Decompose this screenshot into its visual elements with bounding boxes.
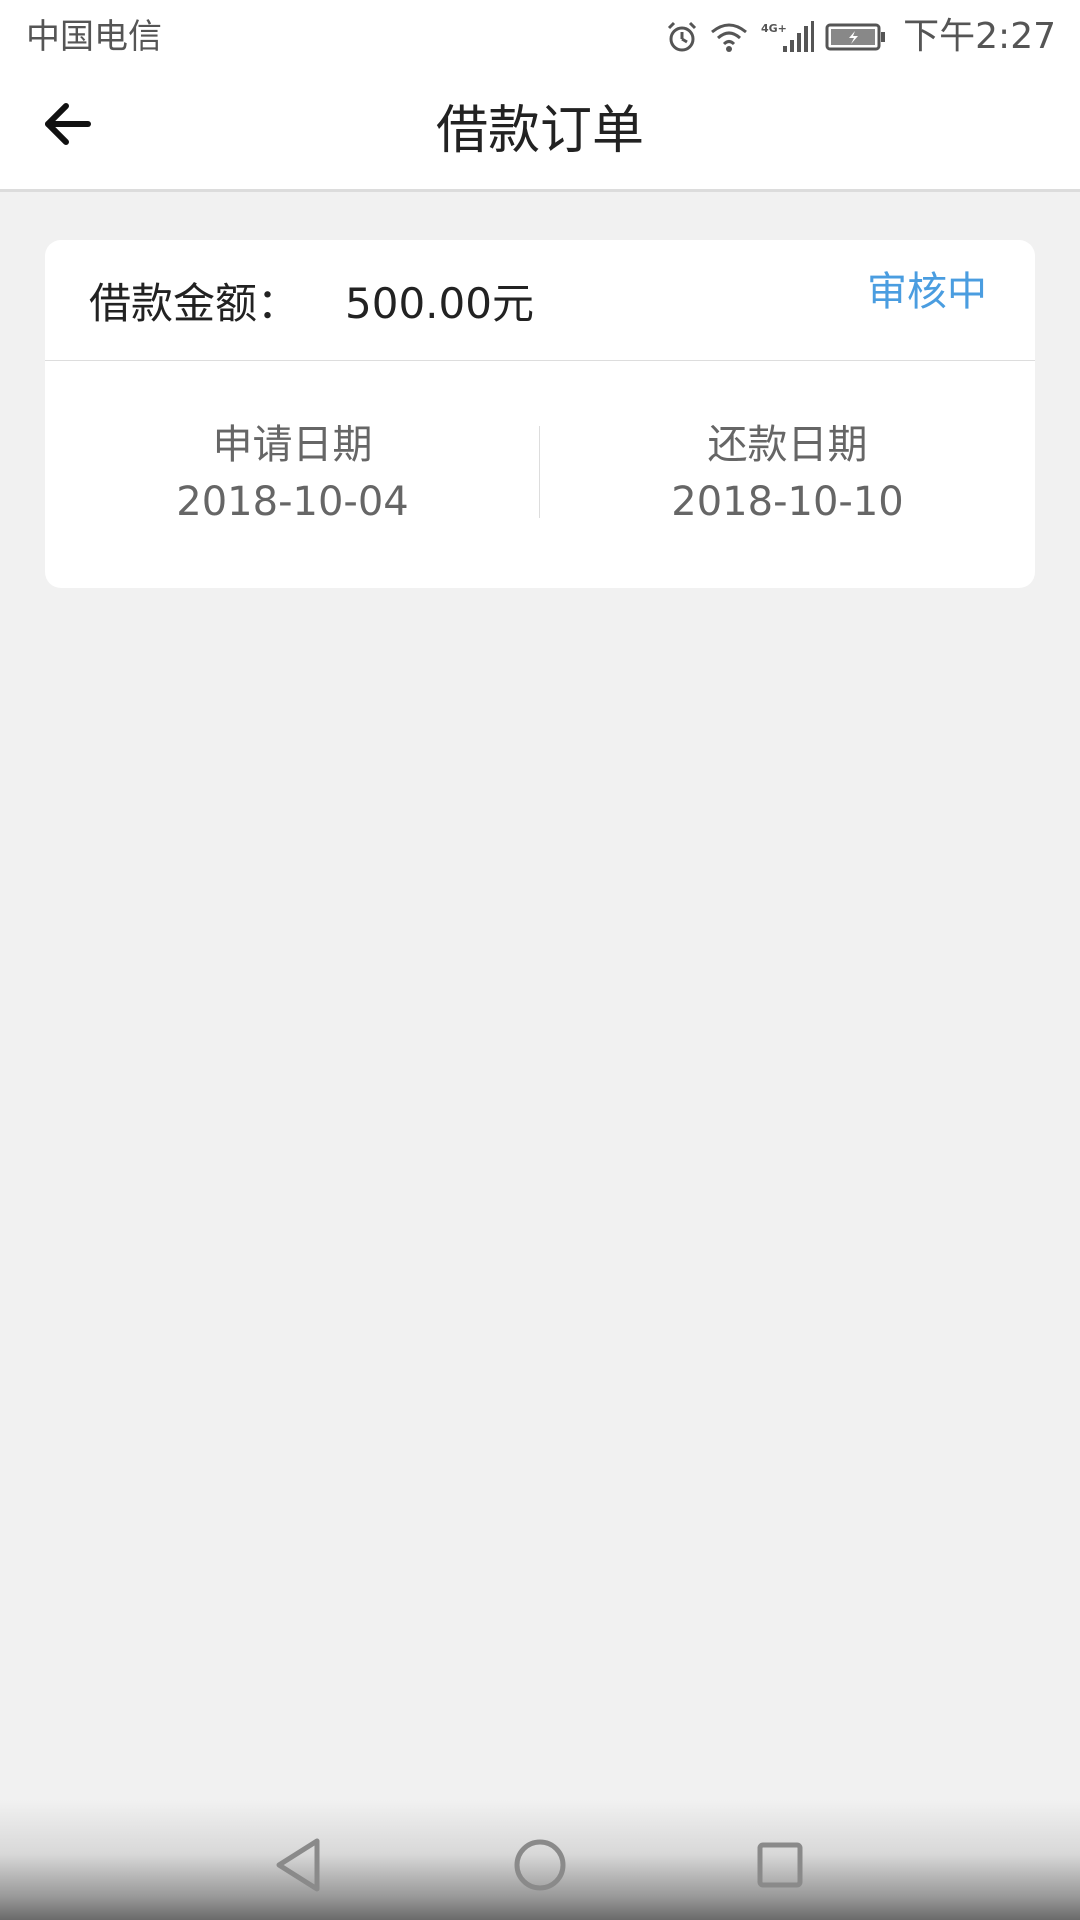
apply-date-block: 申请日期 2018-10-04 bbox=[45, 418, 540, 530]
repay-date-value: 2018-10-10 bbox=[671, 479, 904, 525]
battery-icon bbox=[825, 22, 887, 52]
status-badge: 审核中 bbox=[867, 269, 987, 315]
page-title: 借款订单 bbox=[435, 101, 644, 161]
apply-date-label: 申请日期 bbox=[212, 422, 373, 468]
loan-order-card[interactable]: 借款金额： 500.00元 审核中 申请日期 2018-10-04 还款日期 2… bbox=[45, 240, 1035, 588]
wifi-icon bbox=[709, 20, 749, 54]
status-time: 下午2:27 bbox=[903, 16, 1056, 57]
amount-label: 借款金额： bbox=[89, 279, 300, 328]
app-header: 借款订单 bbox=[0, 74, 1080, 192]
nav-home-icon bbox=[514, 1839, 566, 1891]
alarm-icon bbox=[665, 20, 699, 54]
status-bar: 中国电信 4G+ 下午2:27 bbox=[0, 0, 1080, 74]
carrier-name: 中国电信 bbox=[26, 17, 162, 57]
nav-recents-button[interactable] bbox=[745, 1830, 815, 1900]
nav-recents-icon bbox=[757, 1842, 803, 1888]
apply-date-value: 2018-10-04 bbox=[176, 479, 409, 525]
nav-back-icon bbox=[276, 1838, 320, 1892]
amount-value: 500.00元 bbox=[345, 279, 534, 328]
repay-date-label: 还款日期 bbox=[707, 422, 868, 468]
signal-4g-icon: 4G+ bbox=[759, 20, 815, 54]
nav-home-button[interactable] bbox=[505, 1830, 575, 1900]
nav-back-button[interactable] bbox=[264, 1830, 334, 1900]
repay-date-block: 还款日期 2018-10-10 bbox=[540, 418, 1035, 530]
status-icons: 4G+ 下午2:27 bbox=[665, 14, 1056, 60]
order-summary-row: 借款金额： 500.00元 审核中 bbox=[45, 240, 1035, 361]
system-nav-bar bbox=[0, 1800, 1080, 1920]
network-type-label: 4G+ bbox=[761, 22, 787, 35]
